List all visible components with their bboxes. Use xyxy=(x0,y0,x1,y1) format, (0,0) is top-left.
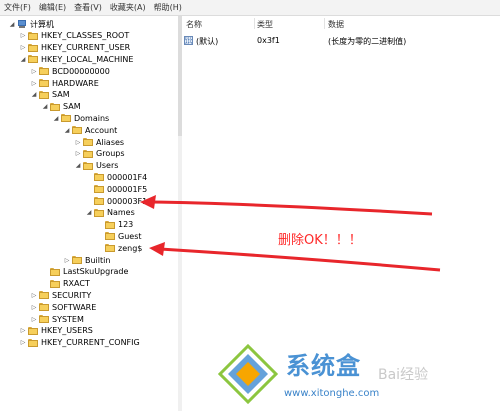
watermark-url: www.xitonghe.com xyxy=(284,388,380,399)
xitonghe-logo-icon xyxy=(218,344,278,404)
annotation-text: 删除OK！！！ xyxy=(278,233,362,248)
watermark-brand: 系统盒 xyxy=(286,352,361,380)
watermark-faint-text: Bai经验 xyxy=(378,367,429,383)
watermark: 系统盒 Bai经验 www.xitonghe.com xyxy=(218,344,500,404)
red-arrow-to-000003F1 xyxy=(140,195,433,216)
